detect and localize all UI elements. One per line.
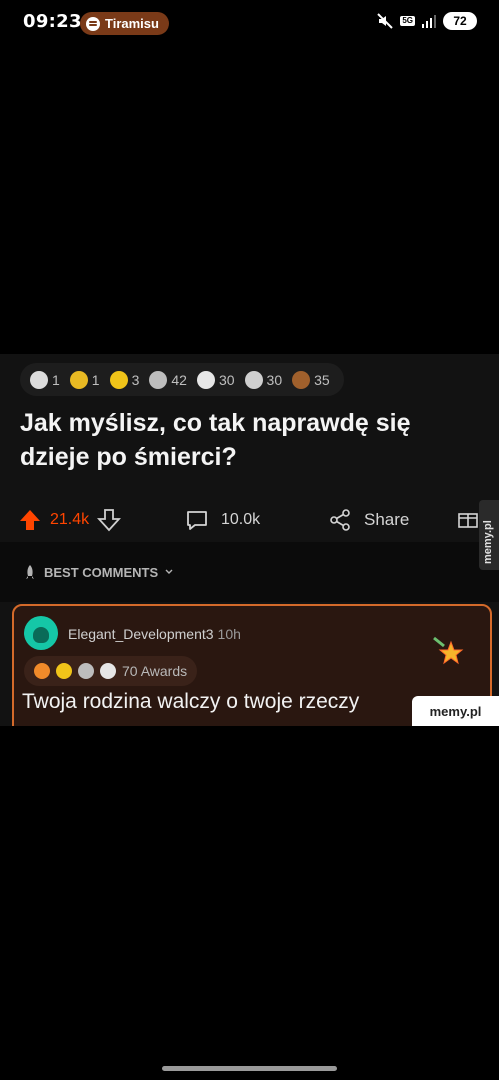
- share-icon: [330, 509, 350, 531]
- wholesome-award-icon: [69, 370, 88, 389]
- now-playing-pill[interactable]: Tiramisu: [80, 12, 169, 35]
- comments-button[interactable]: 10.0k: [185, 508, 260, 532]
- now-playing-title: Tiramisu: [105, 16, 159, 31]
- gift-icon: [458, 512, 478, 528]
- award-item: 1: [69, 370, 100, 389]
- spotify-icon: [86, 16, 100, 31]
- upvote-count: 21.4k: [50, 511, 90, 528]
- chevron-down-icon: [165, 569, 173, 574]
- awards-count: 70 Awards: [122, 663, 188, 679]
- post-screenshot: 1 1 3 42 30 30 35 Jak myślisz, co tak na…: [0, 354, 499, 726]
- award-item: 42: [149, 370, 187, 389]
- award-item: 35: [292, 370, 330, 389]
- post-title: Jak myślisz, co tak naprawdę się dzieje …: [20, 409, 411, 471]
- status-icons: 5G 72: [377, 12, 477, 30]
- gold-award-icon: [56, 663, 72, 679]
- bear-award-icon: [292, 370, 311, 389]
- share-button[interactable]: Share: [328, 508, 409, 532]
- mute-icon: [377, 13, 394, 29]
- post-awards-bar[interactable]: 1 1 3 42 30 30 35: [20, 363, 344, 396]
- bottom-watermark: memy.pl: [412, 696, 499, 726]
- explosion-award-icon: [34, 663, 50, 679]
- comment-text: Twoja rodzina walczy o twoje rzeczy: [22, 690, 360, 713]
- comment-awards-bar[interactable]: 70 Awards: [24, 656, 198, 686]
- gold-award-icon: [109, 370, 128, 389]
- star-award-icon: [433, 636, 464, 665]
- award-button[interactable]: [456, 506, 480, 535]
- network-type: 5G: [400, 16, 415, 26]
- plus-award-icon: [78, 663, 94, 679]
- comment-author[interactable]: Elegant_Development3 10h: [68, 626, 241, 642]
- signal-icon: [422, 14, 436, 28]
- avatar[interactable]: [24, 616, 58, 650]
- plus-award-icon: [149, 370, 168, 389]
- silver-award-icon: [196, 370, 215, 389]
- s-award-icon: [244, 370, 263, 389]
- comment-count: 10.0k: [221, 511, 261, 528]
- home-indicator[interactable]: [162, 1066, 337, 1071]
- award-item: 30: [196, 370, 235, 389]
- comment-time: 10h: [217, 626, 241, 642]
- award-item: 1: [30, 370, 60, 389]
- vote-controls: 21.4k: [18, 508, 122, 532]
- comment-sort-bar: BEST COMMENTS: [0, 542, 499, 602]
- status-bar: 09:23 Tiramisu 5G 72: [0, 0, 499, 46]
- battery-level: 72: [453, 14, 467, 28]
- side-watermark-text: memy.pl: [482, 520, 494, 564]
- sort-dropdown[interactable]: BEST COMMENTS: [22, 564, 174, 580]
- silver-award-icon: [100, 663, 116, 679]
- helpful-award-icon: [30, 370, 48, 389]
- award-item: 3: [109, 370, 139, 389]
- username[interactable]: Elegant_Development3: [68, 626, 214, 642]
- share-label: Share: [364, 510, 410, 529]
- downvote-icon[interactable]: [97, 508, 122, 532]
- sort-label: BEST COMMENTS: [44, 564, 159, 580]
- award-item: 30: [244, 370, 282, 389]
- upvote-icon[interactable]: [18, 508, 42, 532]
- comment-icon: [187, 511, 207, 530]
- post-actions: 21.4k 10.0k Share: [0, 498, 499, 542]
- battery-icon: 72: [443, 12, 477, 30]
- clock: 09:23: [23, 11, 82, 32]
- side-watermark: memy.pl: [479, 500, 499, 570]
- rocket-icon: [26, 565, 34, 579]
